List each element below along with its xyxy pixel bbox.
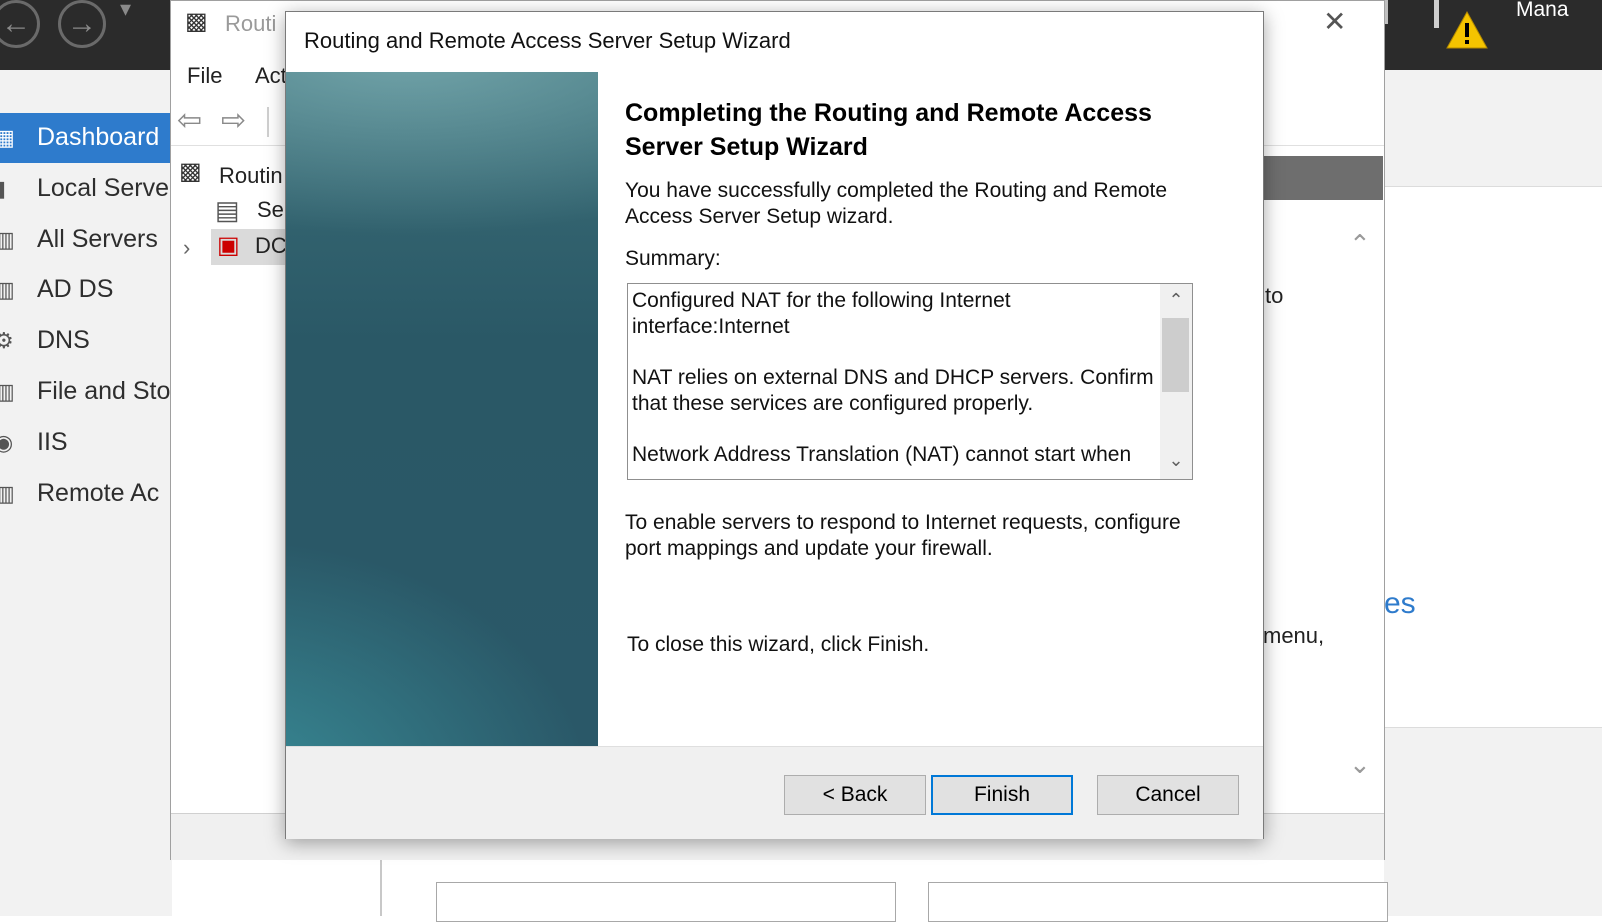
wizard-button-bar: < Back Finish Cancel bbox=[286, 746, 1263, 839]
summary-label: Summary: bbox=[625, 247, 721, 270]
summary-scrollbar[interactable]: ⌃ ⌄ bbox=[1160, 284, 1192, 479]
summary-paragraph: Configured NAT for the following Interne… bbox=[632, 289, 1011, 338]
sidebar-item-label: IIS bbox=[37, 428, 68, 456]
setup-wizard-dialog: Routing and Remote Access Server Setup W… bbox=[285, 11, 1264, 839]
mmc-results-header bbox=[1263, 156, 1383, 200]
sidebar-item-ad-ds[interactable]: ▥ AD DS bbox=[0, 265, 172, 315]
wizard-title: Routing and Remote Access Server Setup W… bbox=[304, 28, 791, 53]
wizard-content-panel: Completing the Routing and Remote Access… bbox=[598, 72, 1263, 746]
sidebar-item-label: Remote Ac bbox=[37, 479, 160, 507]
background-link-fragment[interactable]: es bbox=[1384, 587, 1416, 621]
wizard-intro: You have successfully completed the Rout… bbox=[625, 179, 1168, 228]
scrollbar-thumb[interactable] bbox=[1162, 318, 1189, 392]
sidebar-item-label: Dashboard bbox=[37, 123, 160, 151]
server-status-icon: ▤ bbox=[215, 195, 240, 225]
toolbar-separator bbox=[267, 107, 269, 137]
mmc-title: Routi bbox=[225, 11, 277, 36]
wizard-banner-image bbox=[286, 72, 598, 746]
iis-icon: ◉ bbox=[0, 430, 14, 455]
tree-item-routing[interactable]: Routin bbox=[219, 163, 283, 189]
tree-item-dc-selected[interactable]: ▣ DC bbox=[211, 229, 291, 265]
file-storage-icon: ▥ bbox=[0, 379, 15, 404]
expand-chevron-icon[interactable]: › bbox=[183, 235, 190, 261]
server-manager-sidebar: ▦ Dashboard ▮ Local Serve ▥ All Servers … bbox=[0, 70, 172, 916]
sidebar-item-label: AD DS bbox=[37, 275, 114, 303]
remote-access-icon: ▥ bbox=[0, 481, 15, 506]
manage-menu[interactable]: Mana bbox=[1516, 0, 1569, 22]
close-instructions: To close this wizard, click Finish. bbox=[627, 633, 930, 656]
background-text-fragment: to bbox=[1265, 283, 1284, 308]
summary-textbox[interactable]: Configured NAT for the following Interne… bbox=[627, 283, 1193, 480]
scroll-up-icon[interactable]: ⌃ bbox=[1349, 229, 1371, 260]
sidebar-item-file-storage[interactable]: ▥ File and Sto bbox=[0, 367, 172, 417]
dashboard-grid-icon: ▦ bbox=[0, 125, 15, 150]
rras-root-icon: ▩ bbox=[179, 158, 202, 185]
finish-button[interactable]: Finish bbox=[931, 775, 1073, 815]
sidebar-item-label: DNS bbox=[37, 326, 90, 354]
server-manager-tile: es bbox=[1384, 186, 1602, 728]
sidebar-item-label: All Servers bbox=[37, 225, 158, 253]
sidebar-item-dashboard[interactable]: ▦ Dashboard bbox=[0, 113, 172, 163]
summary-paragraph: NAT relies on external DNS and DHCP serv… bbox=[632, 366, 1154, 415]
content-divider bbox=[380, 858, 382, 916]
close-icon[interactable]: ✕ bbox=[1323, 5, 1346, 38]
dashboard-tile bbox=[928, 882, 1388, 922]
cancel-button[interactable]: Cancel bbox=[1097, 775, 1239, 815]
tree-item-dc: DC bbox=[255, 233, 287, 258]
menu-action[interactable]: Act bbox=[255, 63, 287, 89]
warning-icon[interactable] bbox=[1445, 10, 1489, 50]
sidebar-item-all-servers[interactable]: ▥ All Servers bbox=[0, 215, 172, 265]
toolbar-back-icon[interactable]: ⇦ bbox=[177, 103, 202, 138]
scroll-down-arrow-icon[interactable]: ⌄ bbox=[1160, 446, 1192, 474]
sidebar-item-label: File and Sto bbox=[37, 377, 171, 405]
dashboard-tile bbox=[436, 882, 896, 922]
mmc-console-tree: ▩ Routin ▤ Ser › ▣ DC bbox=[171, 151, 291, 811]
menu-file[interactable]: File bbox=[187, 63, 222, 89]
server-icon: ▮ bbox=[0, 176, 7, 201]
sidebar-item-iis[interactable]: ◉ IIS bbox=[0, 418, 172, 468]
summary-paragraph: Network Address Translation (NAT) cannot… bbox=[632, 443, 1132, 466]
back-button[interactable]: < Back bbox=[784, 775, 926, 815]
sidebar-item-label: Local Serve bbox=[37, 174, 170, 202]
rras-app-icon: ▩ bbox=[185, 8, 208, 35]
scroll-down-icon[interactable]: ⌄ bbox=[1349, 749, 1371, 780]
scroll-up-arrow-icon[interactable]: ⌃ bbox=[1160, 286, 1192, 314]
flag-icon[interactable] bbox=[1434, 0, 1439, 28]
forward-nav-icon[interactable]: → bbox=[58, 0, 106, 48]
dns-icon: ⚙ bbox=[0, 328, 14, 353]
nav-dropdown-icon[interactable]: ▾ bbox=[120, 0, 131, 22]
servers-icon: ▥ bbox=[0, 227, 15, 252]
sidebar-item-dns[interactable]: ⚙ DNS bbox=[0, 316, 172, 366]
summary-text: Configured NAT for the following Interne… bbox=[632, 288, 1160, 479]
background-text-fragment: menu, bbox=[1263, 623, 1325, 648]
back-nav-icon[interactable]: ← bbox=[0, 0, 40, 48]
ad-ds-icon: ▥ bbox=[0, 277, 15, 302]
toolbar-forward-icon[interactable]: ⇨ bbox=[221, 103, 246, 138]
wizard-heading: Completing the Routing and Remote Access… bbox=[625, 99, 1152, 161]
sidebar-item-remote-access[interactable]: ▥ Remote Ac bbox=[0, 469, 172, 519]
server-stopped-icon: ▣ bbox=[217, 232, 240, 259]
sidebar-item-local-server[interactable]: ▮ Local Serve bbox=[0, 164, 172, 214]
enable-instructions: To enable servers to respond to Internet… bbox=[625, 511, 1181, 560]
